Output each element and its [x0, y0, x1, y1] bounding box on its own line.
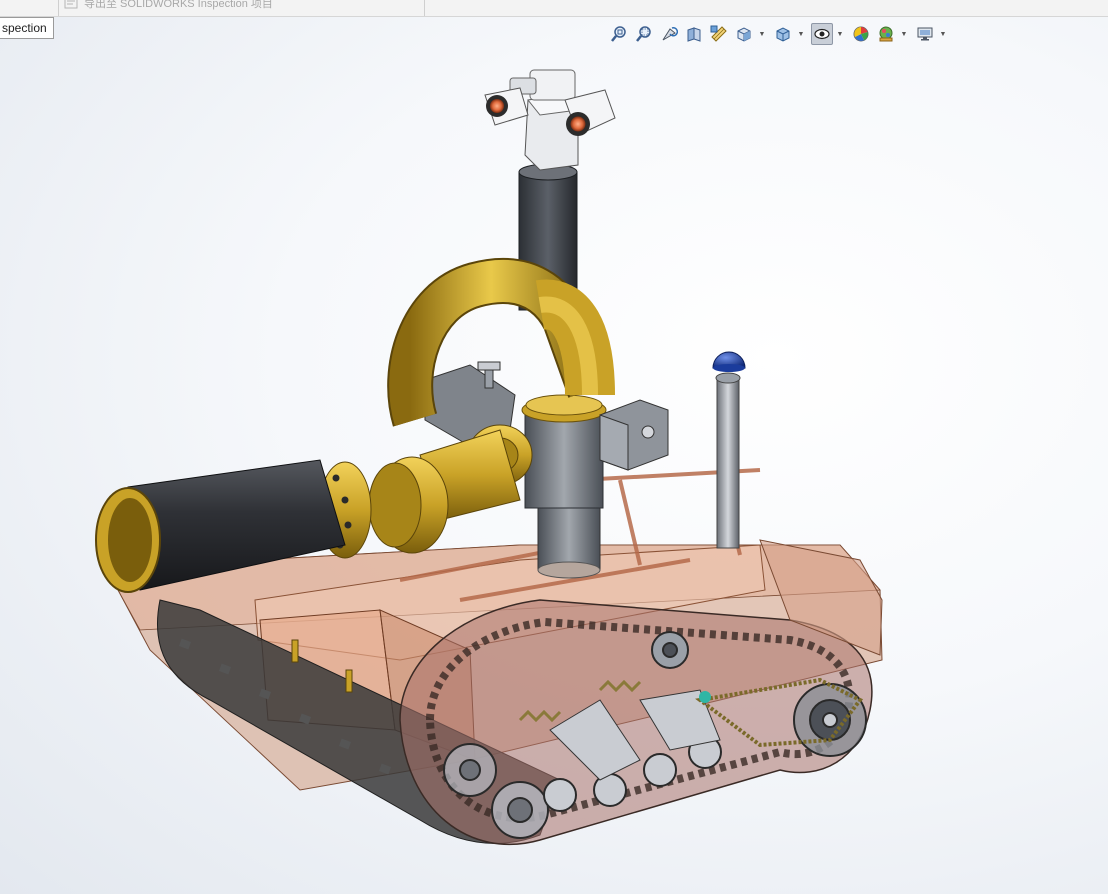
dynamic-annotation-views-icon [710, 25, 727, 42]
edit-appearance-icon [853, 26, 869, 42]
hide-show-items-dropdown[interactable]: ▼ [836, 23, 844, 45]
heads-up-view-toolbar: ▼ ▼ ▼ ▼ ▼ [608, 21, 953, 47]
inspection-tab[interactable]: spection [0, 17, 54, 39]
display-style-icon [776, 27, 790, 42]
dynamic-annotation-views-button[interactable] [708, 23, 730, 45]
inspection-icon [64, 0, 78, 9]
zoom-to-area-icon [636, 26, 651, 42]
view-orientation-icon [737, 27, 751, 42]
graphics-area[interactable] [0, 48, 1108, 894]
view-orientation-dropdown[interactable]: ▼ [758, 23, 766, 45]
view-settings-button[interactable] [914, 23, 936, 45]
toolbar-separator [58, 0, 59, 16]
view-orientation-button[interactable] [733, 23, 755, 45]
export-inspection-command[interactable]: 导出至 SOLIDWORKS Inspection 项目 [64, 0, 273, 10]
edit-appearance-button[interactable] [850, 23, 872, 45]
display-style-button[interactable] [772, 23, 794, 45]
nozzle-assembly [318, 424, 533, 559]
track-right [399, 599, 873, 846]
hide-show-items-button[interactable] [811, 23, 833, 45]
toolbar-separator [424, 0, 425, 16]
apply-scene-button[interactable] [875, 23, 897, 45]
ptz-camera [484, 69, 616, 171]
inspection-tab-label: spection [2, 21, 47, 35]
previous-view-icon [662, 27, 678, 41]
section-view-icon [687, 27, 701, 42]
command-manager-strip: 导出至 SOLIDWORKS Inspection 项目 [0, 0, 1108, 17]
section-view-button[interactable] [683, 23, 705, 45]
apply-scene-icon [879, 26, 893, 42]
antenna-beacon [712, 351, 746, 549]
hide-show-items-icon [814, 28, 830, 40]
rotation-gearbox [599, 399, 669, 471]
zoom-to-fit-icon [611, 26, 626, 42]
display-style-dropdown[interactable]: ▼ [797, 23, 805, 45]
apply-scene-dropdown[interactable]: ▼ [900, 23, 908, 45]
zoom-to-fit-button[interactable] [608, 23, 630, 45]
previous-view-button[interactable] [658, 23, 680, 45]
zoom-to-area-button[interactable] [633, 23, 655, 45]
view-settings-dropdown[interactable]: ▼ [939, 23, 947, 45]
view-settings-icon [917, 27, 933, 41]
export-inspection-label: 导出至 SOLIDWORKS Inspection 项目 [84, 0, 273, 10]
